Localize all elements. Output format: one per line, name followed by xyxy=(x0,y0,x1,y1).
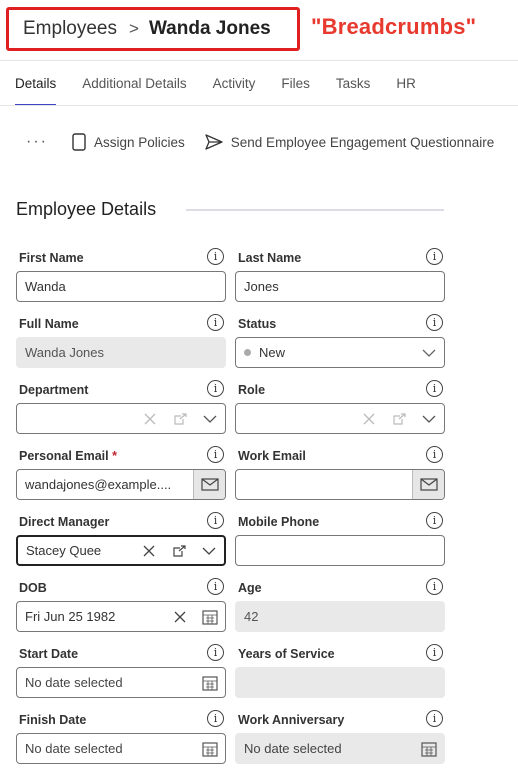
clear-icon[interactable] xyxy=(134,537,164,564)
breadcrumb-separator-icon: > xyxy=(129,19,139,38)
top-bar: Employees > Wanda Jones "Breadcrumbs" xyxy=(0,0,518,60)
tab-details[interactable]: Details xyxy=(15,66,57,106)
send-icon xyxy=(205,134,223,150)
tab-activity[interactable]: Activity xyxy=(213,66,256,106)
info-icon[interactable]: i xyxy=(426,446,443,463)
breadcrumb-current-page: Wanda Jones xyxy=(148,18,271,39)
full-name-label: Full Name xyxy=(19,317,79,331)
chevron-down-icon[interactable] xyxy=(195,404,225,433)
start-date-label: Start Date xyxy=(19,647,79,661)
last-name-label: Last Name xyxy=(238,251,302,265)
assign-policies-button[interactable]: Assign Policies xyxy=(72,133,185,151)
tab-bar: Details Additional Details Activity File… xyxy=(15,66,442,106)
start-date-input[interactable]: No date selected xyxy=(16,667,226,698)
info-icon[interactable]: i xyxy=(426,644,443,661)
assign-policies-label: Assign Policies xyxy=(93,134,185,150)
age-input: 42 xyxy=(235,601,445,632)
section-divider xyxy=(186,209,444,211)
info-icon[interactable]: i xyxy=(426,512,443,529)
chevron-down-icon[interactable] xyxy=(414,404,444,433)
age-label: Age xyxy=(238,581,262,595)
breadcrumb: Employees > Wanda Jones xyxy=(6,7,300,51)
years-of-service-label: Years of Service xyxy=(238,647,335,661)
info-icon[interactable]: i xyxy=(207,446,224,463)
calendar-icon[interactable] xyxy=(195,668,225,697)
info-icon[interactable]: i xyxy=(207,644,224,661)
open-link-icon[interactable] xyxy=(384,404,414,433)
info-icon[interactable]: i xyxy=(207,512,224,529)
direct-manager-label: Direct Manager xyxy=(19,515,110,529)
tab-divider xyxy=(0,105,518,106)
clear-icon[interactable] xyxy=(135,404,165,433)
more-actions-button[interactable]: ··· xyxy=(26,134,48,150)
open-link-icon[interactable] xyxy=(165,404,195,433)
info-icon[interactable]: i xyxy=(207,380,224,397)
direct-manager-select[interactable]: Stacey Quee xyxy=(16,535,226,566)
send-questionnaire-label: Send Employee Engagement Questionnaire xyxy=(230,134,495,150)
mobile-phone-label: Mobile Phone xyxy=(238,515,320,529)
calendar-icon xyxy=(414,734,444,763)
phone-icon xyxy=(72,133,86,151)
department-select[interactable] xyxy=(16,403,226,434)
status-dot-icon xyxy=(244,349,251,356)
first-name-label: First Name xyxy=(19,251,84,265)
work-email-label: Work Email xyxy=(238,449,306,463)
role-label: Role xyxy=(238,383,266,397)
open-link-icon[interactable] xyxy=(164,537,194,564)
work-anniversary-label: Work Anniversary xyxy=(238,713,345,727)
work-email-input[interactable] xyxy=(235,469,445,500)
chevron-down-icon[interactable] xyxy=(414,338,444,367)
info-icon[interactable]: i xyxy=(426,578,443,595)
dob-date-input[interactable]: Fri Jun 25 1982 xyxy=(16,601,226,632)
info-icon[interactable]: i xyxy=(207,314,224,331)
chevron-down-icon[interactable] xyxy=(194,537,224,564)
status-select[interactable]: New xyxy=(235,337,445,368)
calendar-icon[interactable] xyxy=(195,602,225,631)
action-bar: ··· Assign Policies Send Employee Engage… xyxy=(26,128,514,156)
role-select[interactable] xyxy=(235,403,445,434)
info-icon[interactable]: i xyxy=(207,248,224,265)
tab-tasks[interactable]: Tasks xyxy=(336,66,371,106)
status-label: Status xyxy=(238,317,277,331)
years-of-service-input xyxy=(235,667,445,698)
tab-files[interactable]: Files xyxy=(281,66,310,106)
info-icon[interactable]: i xyxy=(207,578,224,595)
info-icon[interactable]: i xyxy=(426,710,443,727)
breadcrumbs-annotation: "Breadcrumbs" xyxy=(311,14,477,39)
mail-icon[interactable] xyxy=(193,470,225,499)
section-title: Employee Details xyxy=(16,199,157,219)
finish-date-input[interactable]: No date selected xyxy=(16,733,226,764)
department-label: Department xyxy=(19,383,89,397)
full-name-input: Wanda Jones xyxy=(16,337,226,368)
personal-email-input[interactable]: wandajones@example.... xyxy=(16,469,226,500)
info-icon[interactable]: i xyxy=(426,248,443,265)
tab-additional-details[interactable]: Additional Details xyxy=(82,66,186,106)
breadcrumb-link-employees[interactable]: Employees xyxy=(23,18,117,40)
tab-hr[interactable]: HR xyxy=(396,66,416,106)
last-name-input[interactable]: Jones xyxy=(235,271,445,302)
header-divider xyxy=(0,60,518,61)
info-icon[interactable]: i xyxy=(207,710,224,727)
finish-date-label: Finish Date xyxy=(19,713,87,727)
first-name-input[interactable]: Wanda xyxy=(16,271,226,302)
work-anniversary-input: No date selected xyxy=(235,733,445,764)
clear-icon[interactable] xyxy=(354,404,384,433)
required-marker: * xyxy=(112,449,117,463)
dob-label: DOB xyxy=(19,581,47,595)
mobile-phone-input[interactable] xyxy=(235,535,445,566)
mail-icon[interactable] xyxy=(412,470,444,499)
calendar-icon[interactable] xyxy=(195,734,225,763)
send-questionnaire-button[interactable]: Send Employee Engagement Questionnaire xyxy=(205,134,494,150)
info-icon[interactable]: i xyxy=(426,314,443,331)
info-icon[interactable]: i xyxy=(426,380,443,397)
personal-email-label: Personal Email * xyxy=(19,449,117,463)
clear-icon[interactable] xyxy=(165,602,195,631)
